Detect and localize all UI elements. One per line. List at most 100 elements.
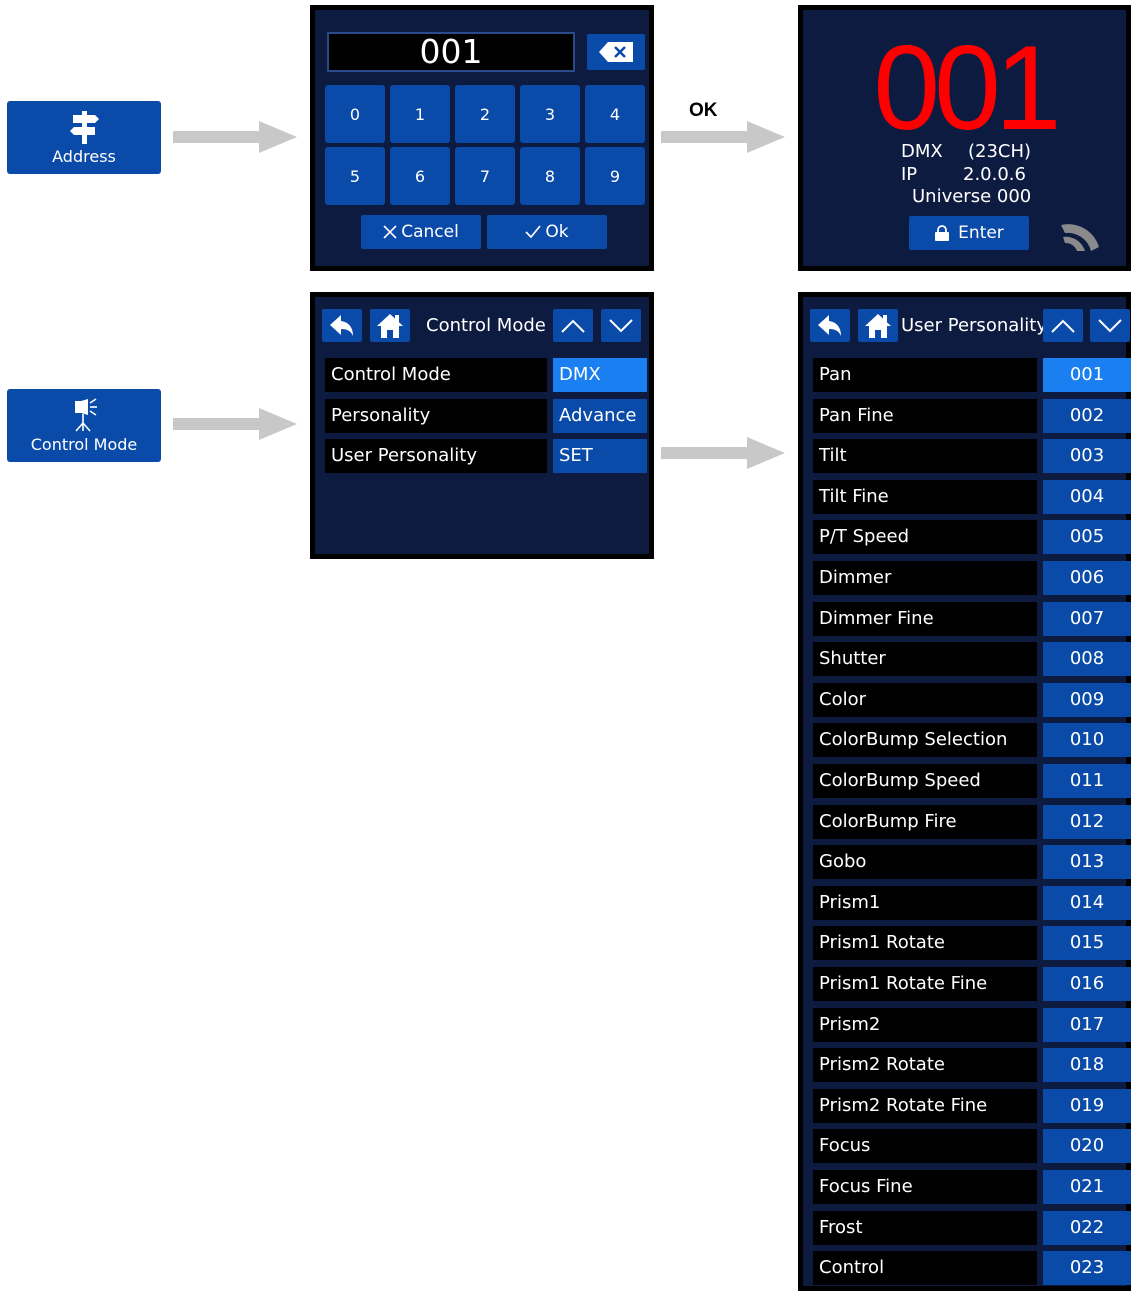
channel-row-value[interactable]: 006 [1043,561,1131,595]
setting-row-label: User Personality [325,439,547,473]
ok-button[interactable]: Ok [487,215,607,249]
keypad-key-4[interactable]: 4 [585,85,645,143]
channel-row-value[interactable]: 012 [1043,804,1131,839]
cancel-label: Cancel [401,222,459,242]
channel-row-label: Color [813,682,1037,717]
back-button[interactable] [810,309,850,342]
channel-row-label: Prism2 [813,1007,1037,1042]
fixture-icon [66,397,102,433]
cancel-button[interactable]: Cancel [361,215,481,249]
channel-row-value[interactable]: 001 [1043,358,1131,392]
chevron-up-icon [1051,319,1075,333]
channel-row-label: P/T Speed [813,520,1037,555]
chevron-up-icon [561,319,585,333]
keypad-key-2[interactable]: 2 [455,85,515,143]
address-input-display[interactable]: 001 [327,32,575,72]
channel-row-value[interactable]: 007 [1043,601,1131,636]
checkmark-icon [525,225,541,239]
keypad-key-5[interactable]: 5 [325,147,385,205]
channel-row-label: Gobo [813,845,1037,880]
home-icon [377,313,403,338]
keypad-key-1[interactable]: 1 [390,85,450,143]
keypad-key-7[interactable]: 7 [455,147,515,205]
channel-row-label: Prism1 [813,885,1037,920]
channel-row-value[interactable]: 020 [1043,1129,1131,1164]
channel-row-value[interactable]: 005 [1043,520,1131,555]
channel-row-value[interactable]: 016 [1043,967,1131,1001]
backspace-icon [599,42,633,62]
control-mode-label: Control Mode [30,435,138,454]
ip-label: IP [901,164,918,185]
address-label: Address [52,147,116,166]
channel-row-value[interactable]: 003 [1043,439,1131,474]
channel-row-label: Pan Fine [813,398,1037,433]
lock-icon [935,225,950,241]
channel-row-value[interactable]: 009 [1043,682,1131,717]
keypad-key-9[interactable]: 9 [585,147,645,205]
channel-row-value[interactable]: 022 [1043,1210,1131,1245]
back-button[interactable] [322,309,362,342]
channel-row-value[interactable]: 004 [1043,479,1131,514]
keypad-key-0[interactable]: 0 [325,85,385,143]
keypad-screen: 001 01234 56789 Cancel Ok [310,5,654,271]
channel-row-label: Tilt Fine [813,479,1037,514]
setting-row-value[interactable]: Advance [553,398,647,433]
setting-row-value[interactable]: SET [553,439,647,473]
dmx-address-readout: 001 [873,21,1061,155]
channel-row-label: Prism2 Rotate Fine [813,1088,1037,1123]
signpost-icon [66,109,102,145]
channel-row-value[interactable]: 023 [1043,1251,1131,1286]
channel-row-value[interactable]: 017 [1043,1007,1131,1042]
channel-row-label: Prism1 Rotate Fine [813,967,1037,1001]
page-title: Control Mode [426,315,546,336]
arrow-right-icon [661,437,785,469]
back-arrow-icon [818,314,841,336]
arrow-right-icon [173,121,297,153]
chevron-down-icon [609,318,633,332]
channel-row-label: Frost [813,1210,1037,1245]
home-icon [865,313,891,338]
home-button[interactable] [858,309,898,342]
channel-row-value[interactable]: 011 [1043,764,1131,798]
home-button[interactable] [370,309,410,342]
channel-row-label: Focus [813,1129,1037,1164]
channel-row-label: Focus Fine [813,1170,1037,1204]
channel-row-value[interactable]: 014 [1043,885,1131,920]
channel-row-value[interactable]: 002 [1043,398,1131,433]
channel-row-label: ColorBump Fire [813,804,1037,839]
universe-readout: Universe 000 [912,186,1032,207]
channel-row-value[interactable]: 019 [1043,1088,1131,1123]
scroll-up-button[interactable] [1043,309,1083,342]
scroll-down-button[interactable] [601,309,641,342]
control-mode-screen: Control Mode Control Mode DMX Personality A… [310,292,654,559]
channel-count: (23CH) [968,141,1032,162]
ip-value: 2.0.0.6 [963,164,1026,185]
arrow-right-icon [661,121,785,153]
channel-row-value[interactable]: 008 [1043,642,1131,677]
wireless-signal-icon [1061,224,1099,251]
channel-row-value[interactable]: 018 [1043,1048,1131,1083]
channel-row-value[interactable]: 015 [1043,926,1131,961]
keypad-key-8[interactable]: 8 [520,147,580,205]
setting-row-value[interactable]: DMX [553,358,647,392]
back-arrow-icon [330,314,353,336]
channel-row-label: Prism2 Rotate [813,1048,1037,1083]
channel-row-value[interactable]: 013 [1043,845,1131,880]
channel-row-label: ColorBump Selection [813,723,1037,758]
arrow-right-icon [173,408,297,440]
channel-row-value[interactable]: 010 [1043,723,1131,758]
address-menu-button[interactable]: Address [7,101,161,174]
channel-row-value[interactable]: 021 [1043,1170,1131,1204]
scroll-up-button[interactable] [553,309,593,342]
enter-button[interactable]: Enter [909,216,1029,250]
keypad-key-6[interactable]: 6 [390,147,450,205]
scroll-down-button[interactable] [1090,309,1130,342]
backspace-button[interactable] [587,34,645,70]
keypad-key-3[interactable]: 3 [520,85,580,143]
channel-row-label: Dimmer Fine [813,601,1037,636]
address-screen: 001 DMX (23CH) IP 2.0.0.6 Universe 000 E… [798,5,1131,271]
close-icon [383,225,397,239]
channel-row-label: Shutter [813,642,1037,677]
control-mode-menu-button[interactable]: Control Mode [7,389,161,462]
chevron-down-icon [1098,318,1122,332]
